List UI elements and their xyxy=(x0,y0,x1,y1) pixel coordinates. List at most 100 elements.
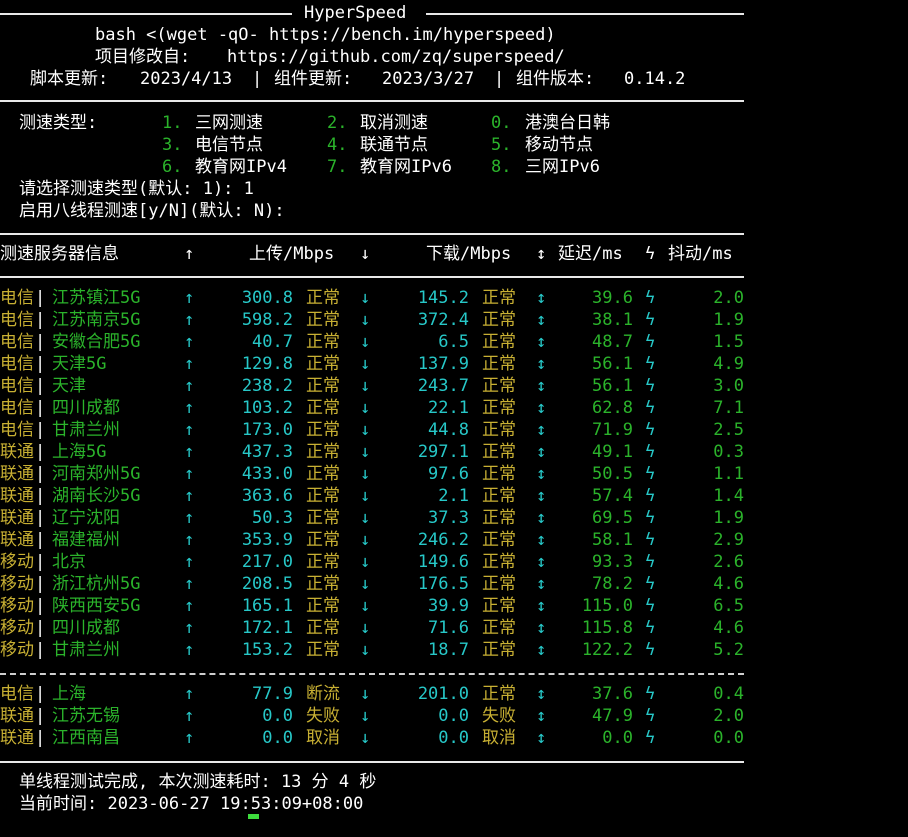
jitter-cell: 4.9 xyxy=(713,354,744,374)
menu-option-unicom[interactable]: 联通节点 xyxy=(360,134,428,156)
menu-option-edu-ipv6[interactable]: 教育网IPv6 xyxy=(360,156,452,178)
cell-separator: | xyxy=(35,618,46,638)
download-cell: 37.3 xyxy=(428,508,469,528)
upload-cell: 300.8 xyxy=(241,288,293,308)
download-status-cell: 正常 xyxy=(482,574,516,594)
cell-separator: | xyxy=(35,442,46,462)
menu-option-key: 8. xyxy=(491,157,512,177)
upload-cell: 0.0 xyxy=(262,706,293,726)
menu-option-telecom[interactable]: 电信节点 xyxy=(195,134,263,156)
upload-cell: 172.1 xyxy=(241,618,293,638)
menu-option-cancel[interactable]: 取消测速 xyxy=(360,112,428,134)
version-line: 脚本更新: 2023/4/13 | 组件更新: 2023/3/27 | 组件版本… xyxy=(0,68,685,90)
download-status-cell: 正常 xyxy=(482,442,516,462)
updown-arrow-icon: ↕ xyxy=(536,310,547,330)
menu-option-hk-mo-tw-jp-kr[interactable]: 港澳台日韩 xyxy=(525,112,610,134)
jitter-cell: 0.4 xyxy=(713,684,744,704)
dashed-divider xyxy=(0,673,744,675)
isp-cell: 电信 xyxy=(0,288,34,308)
updown-arrow-icon: ↕ xyxy=(536,332,547,352)
upload-status-cell: 正常 xyxy=(306,574,340,594)
menu-option-edu-ipv4[interactable]: 教育网IPv4 xyxy=(195,156,287,178)
upload-status-cell: 正常 xyxy=(306,398,340,418)
divider xyxy=(0,233,744,235)
upload-status-cell: 正常 xyxy=(306,464,340,484)
download-cell: 0.0 xyxy=(438,728,469,748)
table-row: 移动 | 四川成都 ↑ 172.1 正常 ↓ 71.6 正常 ↕ 115.8 ϟ 4.6 xyxy=(0,617,744,639)
menu-option-key: 5. xyxy=(491,135,512,155)
divider xyxy=(0,276,744,278)
updown-arrow-icon: ↕ xyxy=(536,354,547,374)
node-cell: 河南郑州5G xyxy=(52,464,141,484)
jitter-cell: 0.3 xyxy=(713,442,744,462)
download-status-cell: 失败 xyxy=(482,706,516,726)
download-status-cell: 正常 xyxy=(482,420,516,440)
upload-status-cell: 正常 xyxy=(306,530,340,550)
down-arrow-icon: ↓ xyxy=(360,486,371,506)
table-row: 电信 | 天津5G ↑ 129.8 正常 ↓ 137.9 正常 ↕ 56.1 ϟ 4.9 xyxy=(0,353,744,375)
latency-cell: 57.4 xyxy=(592,486,633,506)
divider xyxy=(0,100,744,102)
cell-separator: | xyxy=(35,486,46,506)
menu-option-mobile[interactable]: 移动节点 xyxy=(525,134,593,156)
up-arrow-icon: ↑ xyxy=(184,376,195,396)
node-cell: 江苏无锡 xyxy=(52,706,120,726)
upload-cell: 173.0 xyxy=(241,420,293,440)
bolt-icon: ϟ xyxy=(645,398,656,418)
table-row: 移动 | 甘肃兰州 ↑ 153.2 正常 ↓ 18.7 正常 ↕ 122.2 ϟ 5.2 xyxy=(0,639,744,661)
prompt-test-type[interactable]: 请选择测速类型(默认: 1): 1 xyxy=(19,178,254,200)
cell-separator: | xyxy=(35,530,46,550)
node-cell: 江西南昌 xyxy=(52,728,120,748)
separator: | xyxy=(252,69,263,89)
up-arrow-icon: ↑ xyxy=(184,596,195,616)
col-download: 下载/Mbps xyxy=(426,244,512,264)
latency-cell: 71.9 xyxy=(592,420,633,440)
table-row: 联通 | 江西南昌 ↑ 0.0 取消 ↓ 0.0 取消 ↕ 0.0 ϟ 0.0 xyxy=(0,727,744,749)
component-update-label: 组件更新: xyxy=(274,69,353,89)
isp-cell: 联通 xyxy=(0,442,34,462)
download-cell: 2.1 xyxy=(438,486,469,506)
download-status-cell: 正常 xyxy=(482,486,516,506)
cell-separator: | xyxy=(35,728,46,748)
isp-cell: 联通 xyxy=(0,530,34,550)
install-command[interactable]: bash <(wget -qO- https://bench.im/hypers… xyxy=(95,24,556,46)
bolt-icon: ϟ xyxy=(645,596,656,616)
up-arrow-icon: ↑ xyxy=(184,552,195,572)
jitter-cell: 6.5 xyxy=(713,596,744,616)
up-arrow-icon: ↑ xyxy=(184,684,195,704)
download-cell: 0.0 xyxy=(438,706,469,726)
down-arrow-icon: ↓ xyxy=(360,728,371,748)
project-url[interactable]: https://github.com/zq/superspeed/ xyxy=(227,46,565,68)
bolt-icon: ϟ xyxy=(645,442,656,462)
download-status-cell: 正常 xyxy=(482,552,516,572)
down-arrow-icon: ↓ xyxy=(360,618,371,638)
latency-cell: 56.1 xyxy=(592,354,633,374)
menu-option-all-networks[interactable]: 三网测速 xyxy=(195,112,263,134)
jitter-cell: 1.9 xyxy=(713,310,744,330)
up-arrow-icon: ↑ xyxy=(184,508,195,528)
isp-cell: 电信 xyxy=(0,684,34,704)
install-command-line: bash <(wget -qO- https://bench.im/hypers… xyxy=(0,24,556,46)
table-row: 电信 | 四川成都 ↑ 103.2 正常 ↓ 22.1 正常 ↕ 62.8 ϟ 7.1 xyxy=(0,397,744,419)
down-arrow-icon: ↓ xyxy=(360,596,371,616)
upload-status-cell: 正常 xyxy=(306,552,340,572)
jitter-cell: 2.0 xyxy=(713,288,744,308)
down-arrow-icon: ↓ xyxy=(360,464,371,484)
up-arrow-icon: ↑ xyxy=(184,486,195,506)
isp-cell: 联通 xyxy=(0,464,34,484)
table-row: 联通 | 湖南长沙5G ↑ 363.6 正常 ↓ 2.1 正常 ↕ 57.4 ϟ 1.4 xyxy=(0,485,744,507)
cell-separator: | xyxy=(35,706,46,726)
menu-option-three-net-ipv6[interactable]: 三网IPv6 xyxy=(525,156,600,178)
download-status-cell: 正常 xyxy=(482,376,516,396)
upload-status-cell: 正常 xyxy=(306,442,340,462)
up-arrow-icon: ↑ xyxy=(184,640,195,660)
prompt-multithread[interactable]: 启用八线程测速[y/N](默认: N): xyxy=(19,200,285,222)
bolt-icon: ϟ xyxy=(645,508,656,528)
banner-title: HyperSpeed xyxy=(304,3,407,23)
node-cell: 甘肃兰州 xyxy=(52,640,120,660)
bolt-icon: ϟ xyxy=(645,552,656,572)
isp-cell: 移动 xyxy=(0,596,34,616)
menu-option-key: 0. xyxy=(491,113,512,133)
latency-cell: 50.5 xyxy=(592,464,633,484)
table-row: 电信 | 天津 ↑ 238.2 正常 ↓ 243.7 正常 ↕ 56.1 ϟ 3.0 xyxy=(0,375,744,397)
